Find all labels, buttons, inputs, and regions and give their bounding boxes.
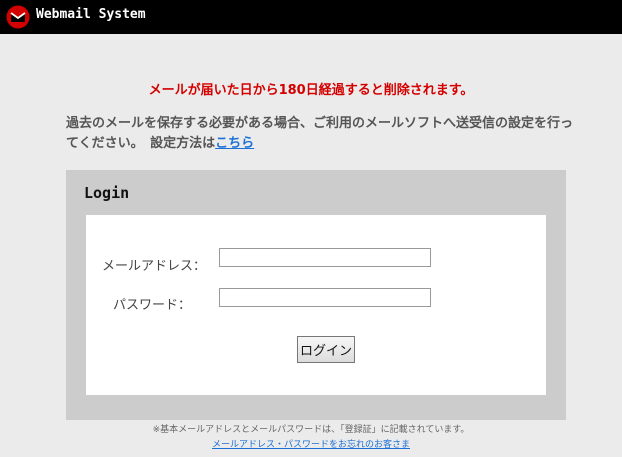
credentials-footnote: ※基本メールアドレスとメールパスワードは、「登録証」に記載されています。	[152, 425, 470, 435]
top-bar: Webmail System	[0, 0, 622, 34]
email-input[interactable]	[219, 248, 431, 267]
retention-notice: メールが届いた日から180日経過すると削除されます。	[148, 83, 474, 98]
login-form: メールアドレス： パスワード： ログイン	[86, 215, 546, 395]
email-label: メールアドレス：	[101, 259, 206, 274]
login-panel: Login メールアドレス： パスワード： ログイン	[66, 170, 566, 420]
password-input[interactable]	[219, 288, 431, 307]
login-button[interactable]: ログイン	[297, 336, 355, 363]
app-title: Webmail System	[36, 7, 146, 22]
backup-notice: 過去のメールを保存する必要がある場合、ご利用のメールソフトへ送受信の設定を行って…	[66, 114, 576, 154]
backup-notice-text: 過去のメールを保存する必要がある場合、ご利用のメールソフトへ送受信の設定を行って…	[66, 116, 574, 151]
settings-link[interactable]: こちら	[215, 136, 254, 151]
login-title: Login	[84, 184, 130, 202]
forgot-credentials-link[interactable]: メールアドレス・パスワードをお忘れのお客さま	[0, 437, 622, 450]
envelope-logo-icon	[6, 5, 30, 29]
password-label: パスワード：	[112, 298, 191, 313]
